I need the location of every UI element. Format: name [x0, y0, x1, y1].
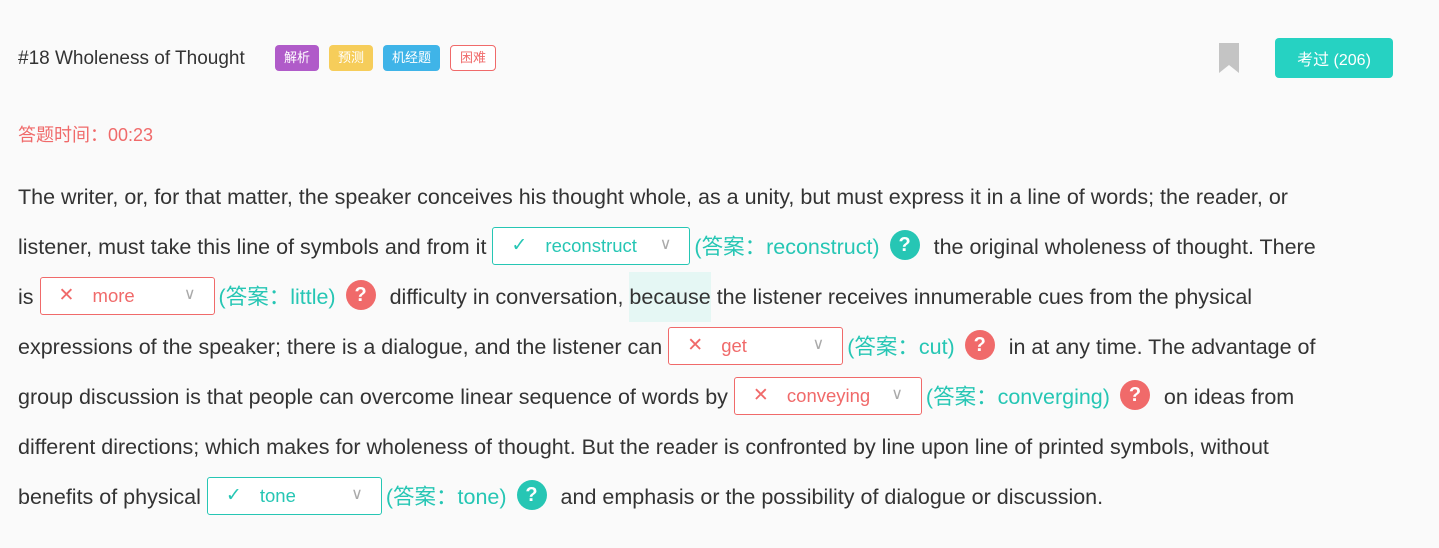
passage-text: listener, must take this line of symbols… — [18, 235, 487, 259]
blank-5-answer: (答案：tone) — [385, 485, 507, 509]
blank-5-dropdown[interactable]: ✓ tone ∨ — [206, 477, 382, 516]
blank-3-answer: (答案：cut) — [847, 335, 955, 359]
chevron-down-icon: ∨ — [891, 386, 903, 404]
help-icon[interactable]: ? — [889, 230, 920, 261]
blank-1-selected: reconstruct — [545, 235, 637, 257]
help-icon[interactable]: ? — [1119, 380, 1150, 411]
chevron-down-icon: ∨ — [351, 486, 363, 504]
passage-text: on ideas from — [1163, 385, 1295, 409]
blank-3-dropdown[interactable]: ✕ get ∨ — [668, 327, 844, 366]
passage-line: benefits of physical ✓ tone ∨ (答案：tone)? and … — [18, 472, 1403, 522]
bookmark-icon[interactable] — [1218, 42, 1240, 74]
chevron-down-icon: ∨ — [659, 236, 672, 254]
passage: The writer, or, for that matter, the spe… — [18, 172, 1403, 522]
help-icon[interactable]: ? — [345, 280, 376, 311]
passage-text: benefits of physical — [18, 485, 201, 509]
passage-text: group discussion is that people can over… — [18, 385, 728, 409]
passage-text: the original wholeness of thought. There — [933, 235, 1316, 259]
blank-3-selected: get — [721, 335, 747, 357]
blank-4-answer: (答案：converging) — [925, 385, 1110, 409]
help-icon[interactable]: ? — [964, 330, 995, 361]
question-title: #18 Wholeness of Thought — [18, 48, 245, 69]
passage-line: expressions of the speaker; there is a d… — [18, 322, 1403, 372]
passage-line: The writer, or, for that matter, the spe… — [18, 172, 1403, 222]
blank-4-selected: conveying — [786, 385, 871, 407]
help-icon[interactable]: ? — [516, 480, 547, 511]
cross-icon: ✕ — [58, 285, 75, 307]
check-icon: ✓ — [511, 235, 528, 257]
tag-list: 解析 预测 机经题 困难 — [275, 45, 497, 71]
passage-text: different directions; which makes for wh… — [18, 435, 1269, 459]
highlighted-word[interactable]: because — [629, 272, 711, 322]
tag-prediction[interactable]: 预测 — [329, 45, 374, 71]
chevron-down-icon: ∨ — [183, 286, 196, 304]
tag-difficulty: 困难 — [450, 45, 497, 71]
passage-text: The writer, or, for that matter, the spe… — [18, 185, 1288, 209]
blank-1-answer: (答案：reconstruct) — [694, 235, 880, 259]
cross-icon: ✕ — [687, 335, 704, 357]
passage-text: in at any time. The advantage of — [1008, 335, 1316, 359]
check-icon: ✓ — [225, 485, 242, 507]
answer-timer: 答题时间：00:23 — [18, 125, 154, 145]
tag-exam-question[interactable]: 机经题 — [383, 45, 441, 71]
blank-2-dropdown[interactable]: ✕ more ∨ — [39, 277, 215, 316]
passage-text: expressions of the speaker; there is a d… — [18, 335, 663, 359]
question-header: #18 Wholeness of Thought 解析 预测 机经题 困难 考过… — [18, 38, 1393, 78]
cross-icon: ✕ — [752, 385, 769, 407]
passage-line: different directions; which makes for wh… — [18, 422, 1403, 472]
blank-2-selected: more — [92, 285, 135, 307]
tag-analysis[interactable]: 解析 — [275, 45, 320, 71]
chevron-down-icon: ∨ — [812, 336, 825, 354]
passage-text: difficulty in conversation, — [389, 285, 624, 309]
blank-2-answer: (答案：little) — [218, 285, 336, 309]
passage-text: the listener receives innumerable cues f… — [716, 285, 1253, 309]
blank-5-selected: tone — [259, 485, 296, 507]
passage-text: and emphasis or the possibility of dialo… — [560, 485, 1104, 509]
blank-1-dropdown[interactable]: ✓ reconstruct ∨ — [492, 227, 691, 266]
passage-line: listener, must take this line of symbols… — [18, 222, 1403, 272]
passage-line: is ✕ more ∨ (答案：little)? difficulty in conver… — [18, 272, 1403, 322]
passage-line: group discussion is that people can over… — [18, 372, 1403, 422]
passage-text: is — [18, 285, 34, 309]
passed-count-button[interactable]: 考过 (206) — [1275, 38, 1393, 78]
blank-4-dropdown[interactable]: ✕ conveying ∨ — [733, 377, 922, 416]
